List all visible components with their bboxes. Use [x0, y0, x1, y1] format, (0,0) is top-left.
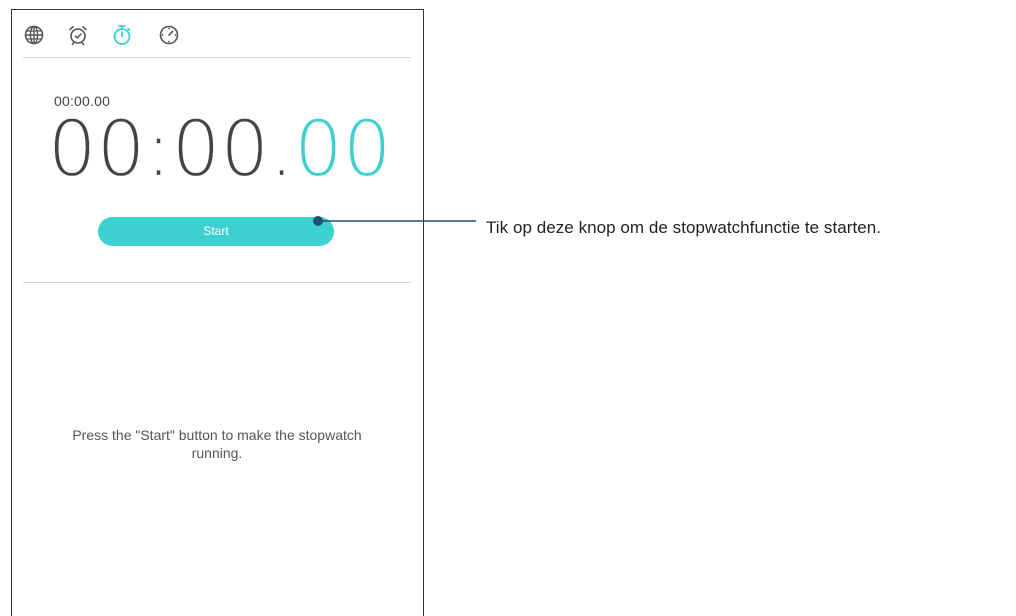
- timer-icon: [159, 25, 179, 45]
- phone-screen: 00:00.00 00:00.00 Start Press the "Start…: [11, 9, 424, 616]
- callout-text: Tik op deze knop om de stopwatchfunctie …: [486, 218, 882, 237]
- tab-timer[interactable]: [157, 23, 181, 47]
- start-button[interactable]: Start: [98, 217, 334, 246]
- tab-divider: [23, 57, 411, 58]
- section-divider: [23, 282, 411, 283]
- time-hundredths: 00: [294, 104, 392, 193]
- alarm-clock-icon: [69, 26, 87, 46]
- tab-alarm[interactable]: [66, 23, 90, 47]
- time-minutes-seconds: 00:00.: [48, 104, 295, 193]
- stopwatch-icon: [113, 25, 131, 45]
- globe-icon: [24, 25, 44, 45]
- callout-pointer: [313, 216, 476, 226]
- tab-world-clock[interactable]: [22, 23, 46, 47]
- clock-tab-bar: [12, 10, 423, 58]
- manual-page: 00:00.00 00:00.00 Start Press the "Start…: [0, 0, 1016, 616]
- stopwatch-time-display: 00:00.00: [48, 104, 392, 194]
- empty-lap-hint: Press the "Start" button to make the sto…: [72, 427, 362, 461]
- tab-stopwatch[interactable]: [110, 23, 134, 47]
